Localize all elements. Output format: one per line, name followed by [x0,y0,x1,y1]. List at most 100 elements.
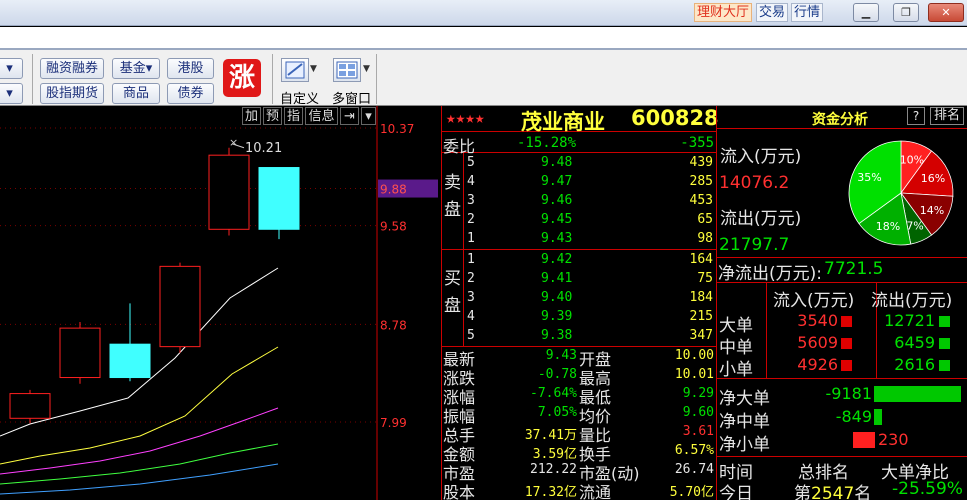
close-button[interactable]: ✕ [928,3,964,22]
multi-window-label: 多窗口 [332,92,372,107]
outflow-label: 流出(万元) [720,209,802,229]
hk-stock-button[interactable]: 港股 [167,58,214,79]
stat-value: 9.60 [682,405,714,420]
margin-trading-button[interactable]: 融资融券 [40,58,104,79]
sell-volume: 65 [697,212,713,227]
forecast-button[interactable]: 预 [263,107,282,125]
minimize-button[interactable]: ▁ [853,3,879,22]
multi-window-icon[interactable] [333,58,361,82]
buy-price[interactable]: 9.38 [541,328,572,343]
net-order-value: -9181 [825,384,873,403]
rank-button[interactable]: 排名 [930,107,964,125]
stock-name: 茂业商业 [521,110,605,134]
buy-volume: 184 [689,290,713,305]
today-label: 今日 [719,484,753,500]
left-dropdown-top[interactable]: ▾ [0,58,23,79]
stat-label: 股本 [443,483,476,500]
add-button[interactable]: 加 [242,107,261,125]
net-order-bar [853,432,875,448]
stat-value: 212.22 [530,462,577,477]
inflow-marker [841,360,852,371]
wealth-hall-link[interactable]: 理财大厅 [694,3,753,22]
rank-cell: 第2547名 [794,484,872,500]
sell-price[interactable]: 9.46 [541,193,572,208]
stat-value: 10.00 [674,348,714,363]
fund-pie-chart: 10% 16% 14% 7% 18% 35% [848,140,954,246]
stat-value: 7.05% [537,405,577,420]
kline-chart[interactable]: 10.37 9.58 8.78 7.99 9.88 × 10.21 [0,106,440,500]
market-link[interactable]: 行情 [791,3,824,22]
candle-body [9,393,51,419]
bond-button[interactable]: 债券 [167,83,214,104]
candle-body [208,154,250,230]
net-outflow-value: 7721.5 [824,259,884,279]
quote-panel: ★★★★ 茂业商业 600828 委比 -15.28% -355 卖 盘 买 盘… [441,106,719,500]
pie-slice-label: 18% [876,220,900,233]
sell-label: 卖 盘 [444,173,461,220]
sell-price[interactable]: 9.43 [541,231,572,246]
candle-body [258,167,300,230]
sell-volume: 285 [689,174,713,189]
fund-button[interactable]: 基金▾ [112,58,160,79]
custom-label: 自定义 [280,92,320,107]
stat-value: 3.59亿 [532,447,577,462]
buy-label: 买 盘 [444,269,461,316]
big-order-ratio-value: -25.59% [892,479,963,499]
zhang-icon[interactable]: 涨 [223,59,261,97]
pie-slice-label: 14% [920,204,944,217]
buy-volume: 75 [697,271,713,286]
indicator-button[interactable]: 指 [284,107,303,125]
sell-price[interactable]: 9.45 [541,212,572,227]
col-inflow-header: 流入(万元) [773,291,855,311]
sell-volume: 98 [697,231,713,246]
index-futures-button[interactable]: 股指期货 [40,83,104,104]
net-order-label: 净大单 [719,389,770,409]
price-tick-label: 8.78 [380,318,407,332]
net-outflow-label: 净流出(万元): [718,264,822,284]
buy-volume: 164 [689,252,713,267]
sell-price[interactable]: 9.48 [541,155,572,170]
current-price-label: 9.88 [380,183,407,197]
stat-value: 10.01 [674,367,714,382]
chevron-down-icon[interactable]: ▾ [361,107,376,125]
restore-button[interactable]: ❐ [893,3,919,22]
stat-label: 流通 [579,483,612,500]
stat-value: 37.41万 [524,428,577,443]
stat-value: -0.78 [537,367,577,382]
outflow-marker [939,338,950,349]
price-tick-label: 9.58 [380,220,407,234]
help-icon[interactable]: ? [907,107,925,125]
stat-value: 17.32亿 [524,485,577,500]
sell-level: 4 [467,174,475,189]
buy-price[interactable]: 9.39 [541,309,572,324]
fund-panel: 资金分析 ? 排名 流入(万元) 14076.2 流出(万元) 21797.7 … [716,106,967,500]
stat-value: 9.43 [545,348,577,363]
sell-volume: 453 [689,193,713,208]
expand-icon[interactable]: ⇥ [340,107,359,125]
sell-price[interactable]: 9.47 [541,174,572,189]
outflow-cell: 2616 [894,355,935,374]
pie-slice-label: 10% [900,153,924,166]
net-order-value: 230 [878,430,909,449]
weibi-label: 委比 [443,137,476,156]
high-marker-icon: × [229,136,238,149]
inflow-cell: 4926 [797,355,838,374]
buy-level: 3 [467,290,475,305]
buy-price[interactable]: 9.40 [541,290,572,305]
custom-icon[interactable] [281,58,309,82]
inflow-marker [841,316,852,327]
chevron-down-icon[interactable]: ▼ [363,64,370,74]
sell-level: 2 [467,212,475,227]
net-order-label: 净中单 [719,412,770,432]
sell-volume: 439 [689,155,713,170]
outflow-value: 21797.7 [719,235,790,255]
buy-price[interactable]: 9.41 [541,271,572,286]
trade-link[interactable]: 交易 [756,3,789,22]
price-tick-label: 7.99 [380,416,407,430]
chevron-down-icon[interactable]: ▼ [310,64,317,74]
left-dropdown-bottom[interactable]: ▾ [0,83,23,104]
commodity-button[interactable]: 商品 [112,83,160,104]
buy-price[interactable]: 9.42 [541,252,572,267]
pie-slice-label: 35% [857,171,881,184]
info-button[interactable]: 信息 [305,107,338,125]
